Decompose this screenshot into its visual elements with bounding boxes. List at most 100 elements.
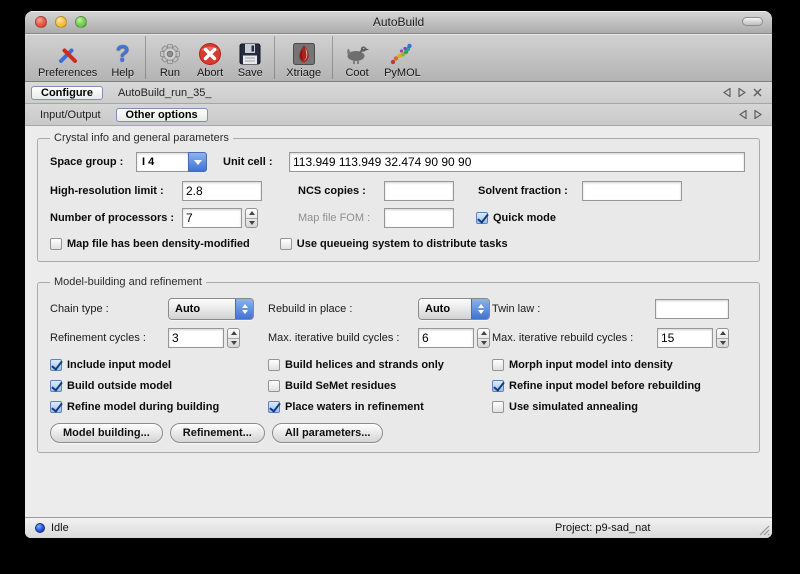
crystal-info-legend: Crystal info and general parameters: [50, 132, 233, 144]
chain-type-label: Chain type :: [50, 303, 168, 315]
title-bar[interactable]: AutoBuild: [25, 11, 772, 34]
gear-icon: [157, 40, 183, 67]
checkbox-label: Refine input model before rebuilding: [509, 380, 701, 392]
twin-law-input[interactable]: [655, 299, 729, 319]
max-build-cycles-stepper[interactable]: [477, 328, 490, 348]
checkbox-label: Morph input model into density: [509, 359, 673, 371]
max-rebuild-cycles-input[interactable]: [657, 328, 713, 348]
checkbox-box[interactable]: [50, 401, 62, 413]
max-rebuild-cycles-stepper[interactable]: [716, 328, 729, 348]
checkbox-box[interactable]: [50, 380, 62, 392]
chain-type-value: Auto: [169, 299, 235, 319]
toolbar-separator: [274, 36, 275, 79]
tab-scroll-left-icon[interactable]: [723, 88, 731, 97]
checkbox-box[interactable]: [50, 238, 62, 250]
tab-scroll-right-icon[interactable]: [754, 110, 762, 119]
quick-mode-checkbox[interactable]: Quick mode: [476, 212, 556, 224]
chevron-down-icon: [194, 160, 202, 165]
main-panel: Crystal info and general parameters Spac…: [25, 126, 772, 517]
ncs-copies-input[interactable]: [384, 181, 454, 201]
num-processors-stepper[interactable]: [245, 208, 258, 228]
checkbox-label: Quick mode: [493, 212, 556, 224]
pymol-button[interactable]: PyMOL: [377, 34, 428, 81]
max-build-cycles-label: Max. iterative build cycles :: [268, 332, 418, 344]
rebuild-in-place-popup[interactable]: Auto: [418, 298, 490, 320]
build-outside-checkbox[interactable]: Build outside model: [50, 380, 268, 392]
build-semet-checkbox[interactable]: Build SeMet residues: [268, 380, 492, 392]
checkbox-box[interactable]: [492, 359, 504, 371]
toolbar-item-label: Coot: [345, 67, 368, 79]
toolbar-separator: [332, 36, 333, 79]
tab-configure[interactable]: Configure: [31, 86, 103, 100]
tab-close-icon[interactable]: [753, 88, 762, 97]
sim-annealing-checkbox[interactable]: Use simulated annealing: [492, 401, 747, 413]
refinement-cycles-stepper[interactable]: [227, 328, 240, 348]
save-button[interactable]: Save: [230, 34, 270, 81]
popup-arrows-icon: [471, 299, 489, 319]
status-bar: Idle Project: p9-sad_nat: [25, 517, 772, 538]
space-group-combobox[interactable]: I 4: [136, 152, 207, 172]
tab-other-options[interactable]: Other options: [116, 108, 208, 122]
toolbar: Preferences ? Help Run: [25, 34, 772, 82]
num-processors-input[interactable]: [182, 208, 242, 228]
high-res-input[interactable]: [182, 181, 262, 201]
tools-icon: [55, 40, 81, 67]
refine-input-checkbox[interactable]: Refine input model before rebuilding: [492, 380, 747, 392]
queueing-checkbox[interactable]: Use queueing system to distribute tasks: [280, 238, 508, 250]
toolbar-item-label: Save: [238, 67, 263, 79]
checkbox-box[interactable]: [268, 401, 280, 413]
checkbox-box[interactable]: [280, 238, 292, 250]
checkbox-label: Build outside model: [67, 380, 172, 392]
morph-input-checkbox[interactable]: Morph input model into density: [492, 359, 747, 371]
refinement-cycles-input[interactable]: [168, 328, 224, 348]
run-button[interactable]: Run: [150, 34, 190, 81]
abort-button[interactable]: Abort: [190, 34, 230, 81]
all-parameters-button[interactable]: All parameters...: [272, 423, 384, 443]
tab-input-output[interactable]: Input/Output: [31, 108, 110, 122]
tab-scroll-right-icon[interactable]: [738, 88, 746, 97]
toolbar-toggle-button[interactable]: [742, 17, 763, 26]
window-title: AutoBuild: [25, 15, 772, 29]
refinement-params-button[interactable]: Refinement...: [170, 423, 265, 443]
checkbox-box[interactable]: [492, 380, 504, 392]
status-led-icon: [35, 523, 45, 533]
model-building-group: Model-building and refinement Chain type…: [37, 276, 760, 453]
preferences-button[interactable]: Preferences: [31, 34, 104, 81]
twin-law-label: Twin law :: [492, 303, 540, 315]
density-modified-checkbox[interactable]: Map file has been density-modified: [50, 238, 250, 250]
coot-button[interactable]: Coot: [337, 34, 377, 81]
rebuild-in-place-label: Rebuild in place :: [268, 303, 418, 315]
toolbar-item-label: Xtriage: [286, 67, 321, 79]
map-fom-input[interactable]: [384, 208, 454, 228]
refine-during-checkbox[interactable]: Refine model during building: [50, 401, 268, 413]
help-button[interactable]: ? Help: [104, 34, 141, 81]
solvent-fraction-input[interactable]: [582, 181, 682, 201]
crystal-flame-icon: [291, 40, 317, 67]
toolbar-item-label: Run: [160, 67, 180, 79]
bird-icon: [344, 40, 370, 67]
rebuild-in-place-value: Auto: [419, 299, 471, 319]
checkbox-box[interactable]: [476, 212, 488, 224]
page-tab-bar: Input/Output Other options: [25, 104, 772, 126]
max-build-cycles-input[interactable]: [418, 328, 474, 348]
toolbar-item-label: Help: [111, 67, 134, 79]
stop-x-icon: [197, 40, 223, 67]
xtriage-button[interactable]: Xtriage: [279, 34, 328, 81]
place-waters-checkbox[interactable]: Place waters in refinement: [268, 401, 492, 413]
checkbox-box[interactable]: [268, 380, 280, 392]
build-helices-checkbox[interactable]: Build helices and strands only: [268, 359, 492, 371]
checkbox-label: Include input model: [67, 359, 171, 371]
combo-dropdown-button[interactable]: [188, 152, 207, 172]
unit-cell-label: Unit cell :: [223, 156, 283, 168]
model-building-params-button[interactable]: Model building...: [50, 423, 163, 443]
checkbox-box[interactable]: [492, 401, 504, 413]
checkbox-box[interactable]: [50, 359, 62, 371]
resize-grip[interactable]: [757, 523, 770, 536]
include-input-model-checkbox[interactable]: Include input model: [50, 359, 268, 371]
max-rebuild-cycles-label: Max. iterative rebuild cycles :: [492, 332, 657, 344]
unit-cell-input[interactable]: [289, 152, 745, 172]
checkbox-box[interactable]: [268, 359, 280, 371]
tab-scroll-left-icon[interactable]: [739, 110, 747, 119]
chain-type-popup[interactable]: Auto: [168, 298, 254, 320]
tab-autobuild-run[interactable]: AutoBuild_run_35_: [109, 86, 221, 100]
